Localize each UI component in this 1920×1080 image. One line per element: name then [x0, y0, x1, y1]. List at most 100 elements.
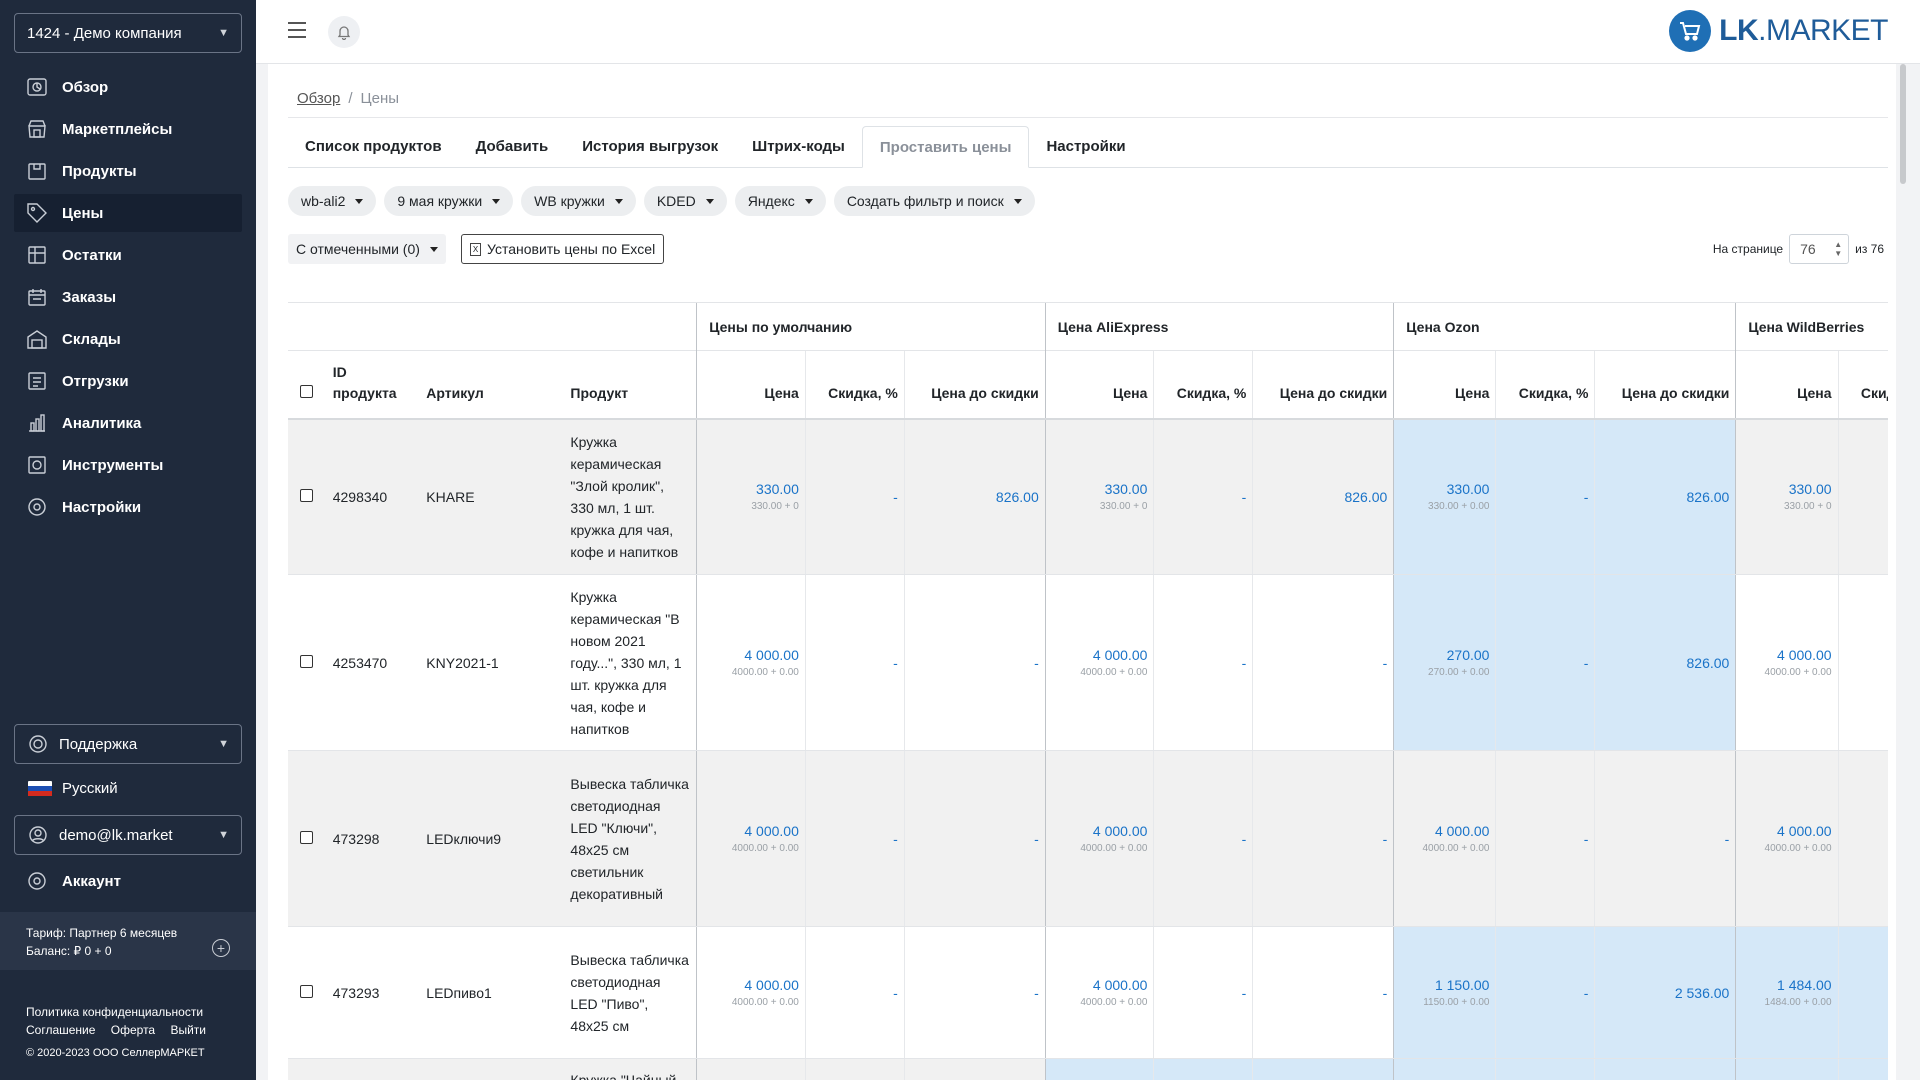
- bulk-actions-dropdown[interactable]: С отмеченными (0): [288, 234, 446, 264]
- tab-settings[interactable]: Настройки: [1029, 126, 1142, 168]
- col-product[interactable]: Продукт: [564, 350, 697, 420]
- cell-discount[interactable]: -: [1495, 926, 1595, 1059]
- cell-discount[interactable]: -: [1495, 750, 1595, 927]
- language-select[interactable]: Русский: [28, 780, 118, 797]
- nav-item-overview[interactable]: Обзор: [14, 68, 242, 106]
- menu-icon[interactable]: [288, 22, 306, 38]
- cell-price[interactable]: 4 000.00 4000.00 + 0.00: [1044, 750, 1154, 927]
- col-price[interactable]: Цена: [1393, 350, 1496, 420]
- cell-discount[interactable]: -: [1153, 418, 1253, 575]
- cell-price[interactable]: 4 000.00 4000.00 + 0.00: [696, 926, 806, 1059]
- cell-price-before[interactable]: [903, 1058, 1046, 1080]
- col-price[interactable]: Цена: [1735, 350, 1839, 420]
- row-checkbox[interactable]: [288, 926, 327, 1059]
- cell-discount[interactable]: [1837, 1058, 1888, 1080]
- bell-icon[interactable]: [328, 16, 360, 48]
- filter-pill[interactable]: Яндекс: [734, 186, 826, 216]
- tab-product-list[interactable]: Список продуктов: [288, 126, 459, 168]
- create-filter-button[interactable]: Создать фильтр и поиск: [833, 186, 1035, 216]
- cell-discount[interactable]: [804, 1058, 905, 1080]
- page-scrollbar[interactable]: [1900, 64, 1906, 184]
- cell-price[interactable]: 1 484.00 1484.00 + 0.00: [1735, 926, 1839, 1059]
- col-discount[interactable]: Скидка, %: [1153, 350, 1253, 420]
- breadcrumb-home-link[interactable]: Обзор: [297, 90, 340, 107]
- nav-item-products[interactable]: Продукты: [14, 152, 242, 190]
- cell-price-before[interactable]: -: [1252, 750, 1394, 927]
- cell-price-before[interactable]: -: [1252, 926, 1394, 1059]
- col-article[interactable]: Артикул: [420, 350, 565, 420]
- cell-price-before[interactable]: 826.00: [903, 418, 1046, 575]
- col-price-before[interactable]: Цена до скидки: [903, 350, 1046, 420]
- cell-price[interactable]: 4 000.00 4000.00 + 0.00: [1735, 574, 1839, 751]
- tab-upload-history[interactable]: История выгрузок: [565, 126, 735, 168]
- nav-item-stock[interactable]: Остатки: [14, 236, 242, 274]
- cell-price[interactable]: [1393, 1058, 1496, 1080]
- tab-barcodes[interactable]: Штрих-коды: [735, 126, 862, 168]
- nav-item-marketplaces[interactable]: Маркетплейсы: [14, 110, 242, 148]
- logout-link[interactable]: Выйти: [170, 1023, 206, 1037]
- col-id[interactable]: ID продукта: [326, 350, 421, 420]
- cell-price-before[interactable]: -: [903, 750, 1046, 927]
- cell-price[interactable]: 330.00 330.00 + 0.00: [1393, 418, 1496, 575]
- nav-item-settings[interactable]: Настройки: [14, 488, 242, 526]
- nav-item-orders[interactable]: Заказы: [14, 278, 242, 316]
- cell-price-before[interactable]: 826.00: [1594, 574, 1736, 751]
- cell-discount[interactable]: -: [804, 574, 905, 751]
- cell-price[interactable]: 4 000.00 4000.00 + 0.00: [696, 574, 806, 751]
- cell-discount[interactable]: [1153, 1058, 1253, 1080]
- cell-discount[interactable]: -: [1837, 418, 1888, 575]
- nav-item-analytics[interactable]: Аналитика: [14, 404, 242, 442]
- cell-price[interactable]: 4 000.00 4000.00 + 0.00: [1735, 750, 1839, 927]
- cell-discount[interactable]: -: [1495, 574, 1595, 751]
- nav-item-prices[interactable]: Цены: [14, 194, 242, 232]
- filter-pill[interactable]: KDED: [643, 186, 727, 216]
- col-discount[interactable]: Скидка, %: [1495, 350, 1595, 420]
- cell-price-before[interactable]: -: [903, 926, 1046, 1059]
- filter-pill[interactable]: wb-ali2: [288, 186, 377, 216]
- row-checkbox[interactable]: [288, 418, 327, 575]
- logo[interactable]: LK.MARKET: [1669, 10, 1888, 52]
- cell-price-before[interactable]: 2 536.00: [1594, 926, 1736, 1059]
- cell-price[interactable]: 330.00 330.00 + 0: [1044, 418, 1154, 575]
- filter-pill[interactable]: 9 мая кружки: [384, 186, 514, 216]
- cell-discount[interactable]: [1495, 1058, 1595, 1080]
- cell-price[interactable]: 4 000.00 4000.00 + 0.00: [1044, 926, 1154, 1059]
- cell-price[interactable]: 4 000.00 4000.00 + 0.00: [1393, 750, 1496, 927]
- nav-item-warehouses[interactable]: Склады: [14, 320, 242, 358]
- cell-price[interactable]: [1044, 1058, 1154, 1080]
- privacy-link[interactable]: Политика конфиденциальности: [26, 1003, 218, 1021]
- filter-pill[interactable]: WB кружки: [521, 186, 636, 216]
- col-price[interactable]: Цена: [1044, 350, 1154, 420]
- row-checkbox[interactable]: [288, 1058, 327, 1080]
- per-page-input[interactable]: 76 ▲ ▼: [1789, 234, 1850, 264]
- tab-add[interactable]: Добавить: [459, 126, 566, 168]
- tab-set-prices[interactable]: Проставить цены: [861, 126, 1030, 168]
- agreement-link[interactable]: Соглашение: [26, 1023, 95, 1037]
- cell-price[interactable]: 1 150.00 1150.00 + 0.00: [1393, 926, 1496, 1059]
- cell-discount[interactable]: -: [804, 750, 905, 927]
- cell-price[interactable]: 330.00 330.00 + 0: [696, 418, 806, 575]
- cell-price[interactable]: [696, 1058, 806, 1080]
- spinner-icon[interactable]: ▲ ▼: [1834, 240, 1842, 258]
- cell-discount[interactable]: -: [1837, 574, 1888, 751]
- col-discount[interactable]: Скидка, %: [1837, 350, 1888, 420]
- user-select[interactable]: demo@lk.market ▼: [14, 815, 242, 855]
- cell-discount[interactable]: -: [1153, 574, 1253, 751]
- cell-discount[interactable]: -: [1837, 750, 1888, 927]
- cell-price[interactable]: 4 000.00 4000.00 + 0.00: [1044, 574, 1154, 751]
- cell-price[interactable]: 4 000.00 4000.00 + 0.00: [696, 750, 806, 927]
- select-all-checkbox[interactable]: [288, 350, 327, 420]
- cell-discount[interactable]: 47: [1837, 926, 1888, 1059]
- cell-discount[interactable]: -: [1495, 418, 1595, 575]
- nav-item-shipments[interactable]: Отгрузки: [14, 362, 242, 400]
- cell-discount[interactable]: -: [1153, 926, 1253, 1059]
- nav-item-tools[interactable]: Инструменты: [14, 446, 242, 484]
- add-balance-icon[interactable]: +: [212, 939, 230, 957]
- row-checkbox[interactable]: [288, 750, 327, 927]
- cell-price-before[interactable]: 826.00: [1252, 418, 1394, 575]
- cell-price-before[interactable]: -: [1594, 750, 1736, 927]
- set-prices-excel-button[interactable]: X Установить цены по Excel: [461, 234, 665, 264]
- cell-discount[interactable]: -: [1153, 750, 1253, 927]
- cell-price[interactable]: 270.00 270.00 + 0.00: [1393, 574, 1496, 751]
- cell-price-before[interactable]: -: [1252, 574, 1394, 751]
